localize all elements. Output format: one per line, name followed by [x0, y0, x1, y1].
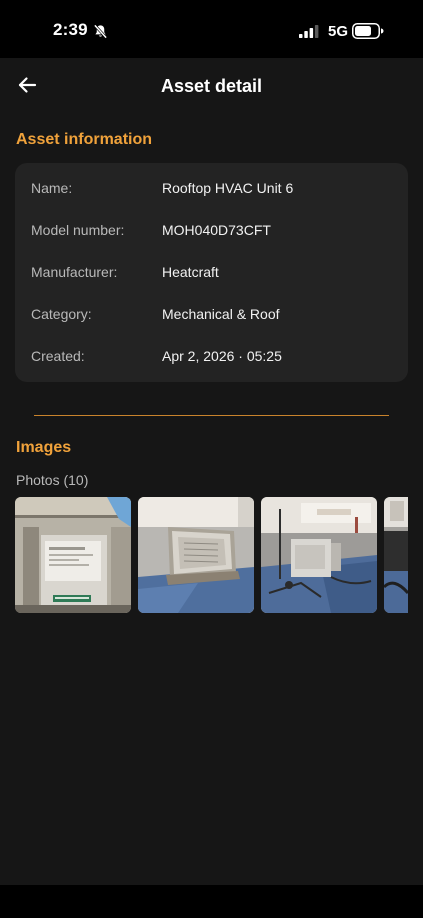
images-heading: Images: [16, 439, 72, 456]
photos-count-label: Photos (10): [16, 472, 89, 488]
info-row-manufacturer: Manufacturer: Heatcraft: [31, 264, 396, 284]
photo-thumbnail[interactable]: [15, 497, 131, 613]
info-value: MOH040D73CFT: [162, 222, 271, 238]
info-label: Manufacturer:: [31, 264, 118, 280]
info-row-created: Created: Apr 2, 2026 · 05:25: [31, 348, 396, 368]
page-title: Asset detail: [160, 76, 263, 96]
info-row-name: Name: Rooftop HVAC Unit 6: [31, 180, 396, 200]
section-divider: [34, 415, 389, 416]
battery-icon: [352, 23, 384, 39]
photo-thumbnail[interactable]: [384, 497, 408, 613]
asset-information-heading: Asset information: [16, 131, 153, 148]
network-label: 5G: [328, 23, 349, 40]
app-header: Asset detail: [0, 58, 423, 118]
signal-bars-icon: [299, 25, 319, 38]
info-value: Apr 2, 2026 · 05:25: [162, 348, 282, 364]
asset-info-card: Name: Rooftop HVAC Unit 6 Model number: …: [15, 163, 408, 382]
info-label: Model number:: [31, 222, 125, 238]
info-label: Created:: [31, 348, 85, 364]
photo-thumbnail[interactable]: [138, 497, 254, 613]
info-value: Rooftop HVAC Unit 6: [162, 180, 294, 196]
bottom-system-bar: [0, 885, 423, 918]
bell-slash-icon: [93, 24, 108, 39]
info-row-model-number: Model number: MOH040D73CFT: [31, 222, 396, 242]
info-label: Category:: [31, 306, 92, 322]
status-time: 2:39: [53, 20, 88, 39]
photo-strip[interactable]: [15, 497, 408, 613]
photo-thumbnail[interactable]: [261, 497, 377, 613]
status-bar: 2:39 5G: [0, 0, 423, 58]
info-label: Name:: [31, 180, 73, 196]
info-value: Heatcraft: [162, 264, 219, 280]
info-row-category: Category: Mechanical & Roof: [31, 306, 396, 326]
info-value: Mechanical & Roof: [162, 306, 280, 322]
